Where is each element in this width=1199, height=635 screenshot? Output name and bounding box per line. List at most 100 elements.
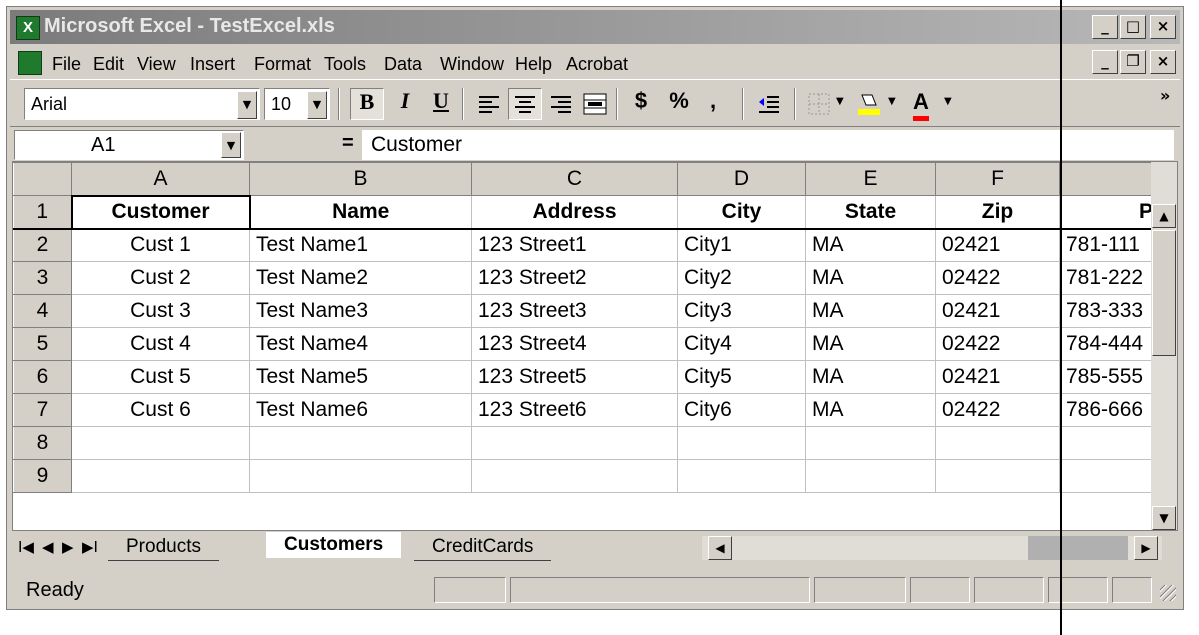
cell[interactable]: 784-444 [1059, 327, 1160, 361]
column-header[interactable]: B [249, 162, 472, 196]
worksheet-grid[interactable]: A B C D E F 1 Customer Name Address City… [12, 161, 1178, 531]
name-box-dropdown-icon[interactable]: ▼ [221, 132, 241, 158]
underline-button[interactable]: U [424, 88, 458, 120]
next-sheet-icon[interactable]: ▶ [62, 538, 74, 556]
cell[interactable]: 781-222 [1059, 261, 1160, 295]
cell[interactable]: MA [805, 294, 936, 328]
tab-products[interactable]: Products [108, 534, 219, 561]
menu-tools[interactable]: Tools [324, 54, 366, 75]
merge-center-icon[interactable] [578, 88, 612, 120]
row-header[interactable]: 5 [13, 327, 72, 361]
menu-edit[interactable]: Edit [93, 54, 124, 75]
menu-view[interactable]: View [137, 54, 176, 75]
italic-button[interactable]: I [388, 88, 422, 120]
font-name-dropdown-icon[interactable]: ▼ [237, 91, 257, 119]
scroll-down-icon[interactable]: ▼ [1152, 506, 1176, 530]
cell[interactable]: 781-111 [1059, 228, 1160, 262]
workbook-minimize-button[interactable]: _ [1092, 50, 1118, 74]
cell[interactable]: Cust 5 [71, 360, 250, 394]
cell[interactable]: Cust 2 [71, 261, 250, 295]
workbook-close-button[interactable]: × [1150, 50, 1176, 74]
cell[interactable]: Test Name1 [249, 228, 472, 262]
toolbar-overflow-icon[interactable]: » [1160, 86, 1170, 105]
currency-button[interactable]: $ [624, 88, 658, 120]
tab-creditcards[interactable]: CreditCards [414, 534, 552, 561]
column-header[interactable] [1059, 162, 1160, 196]
font-name-box[interactable]: Arial ▼ [24, 88, 260, 120]
cell[interactable]: 02421 [935, 228, 1060, 262]
cell[interactable]: MA [805, 228, 936, 262]
font-size-dropdown-icon[interactable]: ▼ [307, 91, 327, 119]
cell[interactable] [471, 426, 678, 460]
row-header[interactable]: 3 [13, 261, 72, 295]
cell[interactable]: P [1059, 195, 1160, 229]
excel-app-icon[interactable]: X [16, 16, 40, 40]
name-box[interactable]: A1 ▼ [14, 130, 244, 160]
cell[interactable]: 02421 [935, 360, 1060, 394]
cell[interactable]: Address [471, 195, 678, 229]
cell[interactable]: MA [805, 393, 936, 427]
font-size-box[interactable]: 10 ▼ [264, 88, 330, 120]
menu-format[interactable]: Format [254, 54, 311, 75]
borders-icon[interactable] [802, 88, 836, 120]
last-sheet-icon[interactable]: ▶I [82, 538, 98, 556]
bold-button[interactable]: B [350, 88, 384, 120]
menu-file[interactable]: File [52, 54, 81, 75]
scroll-right-icon[interactable]: ▶ [1134, 536, 1158, 560]
vertical-scrollbar[interactable]: ▲ ▼ [1151, 162, 1177, 530]
cell[interactable] [71, 459, 250, 493]
cell[interactable]: Zip [935, 195, 1060, 229]
row-header[interactable]: 9 [13, 459, 72, 493]
menu-insert[interactable]: Insert [190, 54, 235, 75]
maximize-button[interactable]: □ [1120, 15, 1146, 39]
column-header[interactable]: E [805, 162, 936, 196]
cell[interactable]: City6 [677, 393, 806, 427]
cell[interactable] [805, 426, 936, 460]
equals-sign[interactable]: = [342, 132, 354, 155]
cell[interactable] [805, 459, 936, 493]
cell[interactable]: 02422 [935, 393, 1060, 427]
cell[interactable]: Cust 3 [71, 294, 250, 328]
horizontal-scroll-thumb[interactable] [1028, 536, 1128, 560]
cell[interactable]: Name [249, 195, 472, 229]
prev-sheet-icon[interactable]: ◀ [42, 538, 54, 556]
cell[interactable]: MA [805, 261, 936, 295]
align-left-icon[interactable] [472, 88, 506, 120]
percent-button[interactable]: % [662, 88, 696, 120]
column-header[interactable]: A [71, 162, 250, 196]
row-header[interactable]: 4 [13, 294, 72, 328]
cell[interactable] [249, 459, 472, 493]
scroll-up-icon[interactable]: ▲ [1152, 204, 1176, 228]
cell[interactable]: 123 Street4 [471, 327, 678, 361]
cell[interactable]: Cust 4 [71, 327, 250, 361]
cell[interactable] [677, 459, 806, 493]
workbook-icon[interactable] [18, 51, 42, 75]
row-header[interactable]: 1 [13, 195, 72, 229]
borders-dropdown-icon[interactable]: ▼ [836, 96, 844, 107]
cell[interactable]: Test Name4 [249, 327, 472, 361]
cell[interactable] [1059, 426, 1160, 460]
row-header[interactable]: 2 [13, 228, 72, 262]
cell[interactable]: 123 Street3 [471, 294, 678, 328]
comma-button[interactable]: , [696, 88, 730, 120]
decrease-indent-icon[interactable] [752, 88, 786, 120]
row-header[interactable]: 8 [13, 426, 72, 460]
cell[interactable] [71, 426, 250, 460]
cell[interactable]: 123 Street6 [471, 393, 678, 427]
cell[interactable]: Test Name6 [249, 393, 472, 427]
menu-help[interactable]: Help [515, 54, 552, 75]
cell[interactable] [935, 426, 1060, 460]
cell[interactable]: State [805, 195, 936, 229]
column-header[interactable]: C [471, 162, 678, 196]
cell[interactable]: Test Name3 [249, 294, 472, 328]
cell[interactable]: City5 [677, 360, 806, 394]
cell[interactable]: 783-333 [1059, 294, 1160, 328]
cell[interactable]: City3 [677, 294, 806, 328]
cell[interactable]: City2 [677, 261, 806, 295]
align-right-icon[interactable] [544, 88, 578, 120]
font-color-icon[interactable]: A [904, 88, 938, 121]
workbook-restore-button[interactable]: ❐ [1120, 50, 1146, 74]
menu-window[interactable]: Window [440, 54, 504, 75]
menu-data[interactable]: Data [384, 54, 422, 75]
cell[interactable]: City4 [677, 327, 806, 361]
